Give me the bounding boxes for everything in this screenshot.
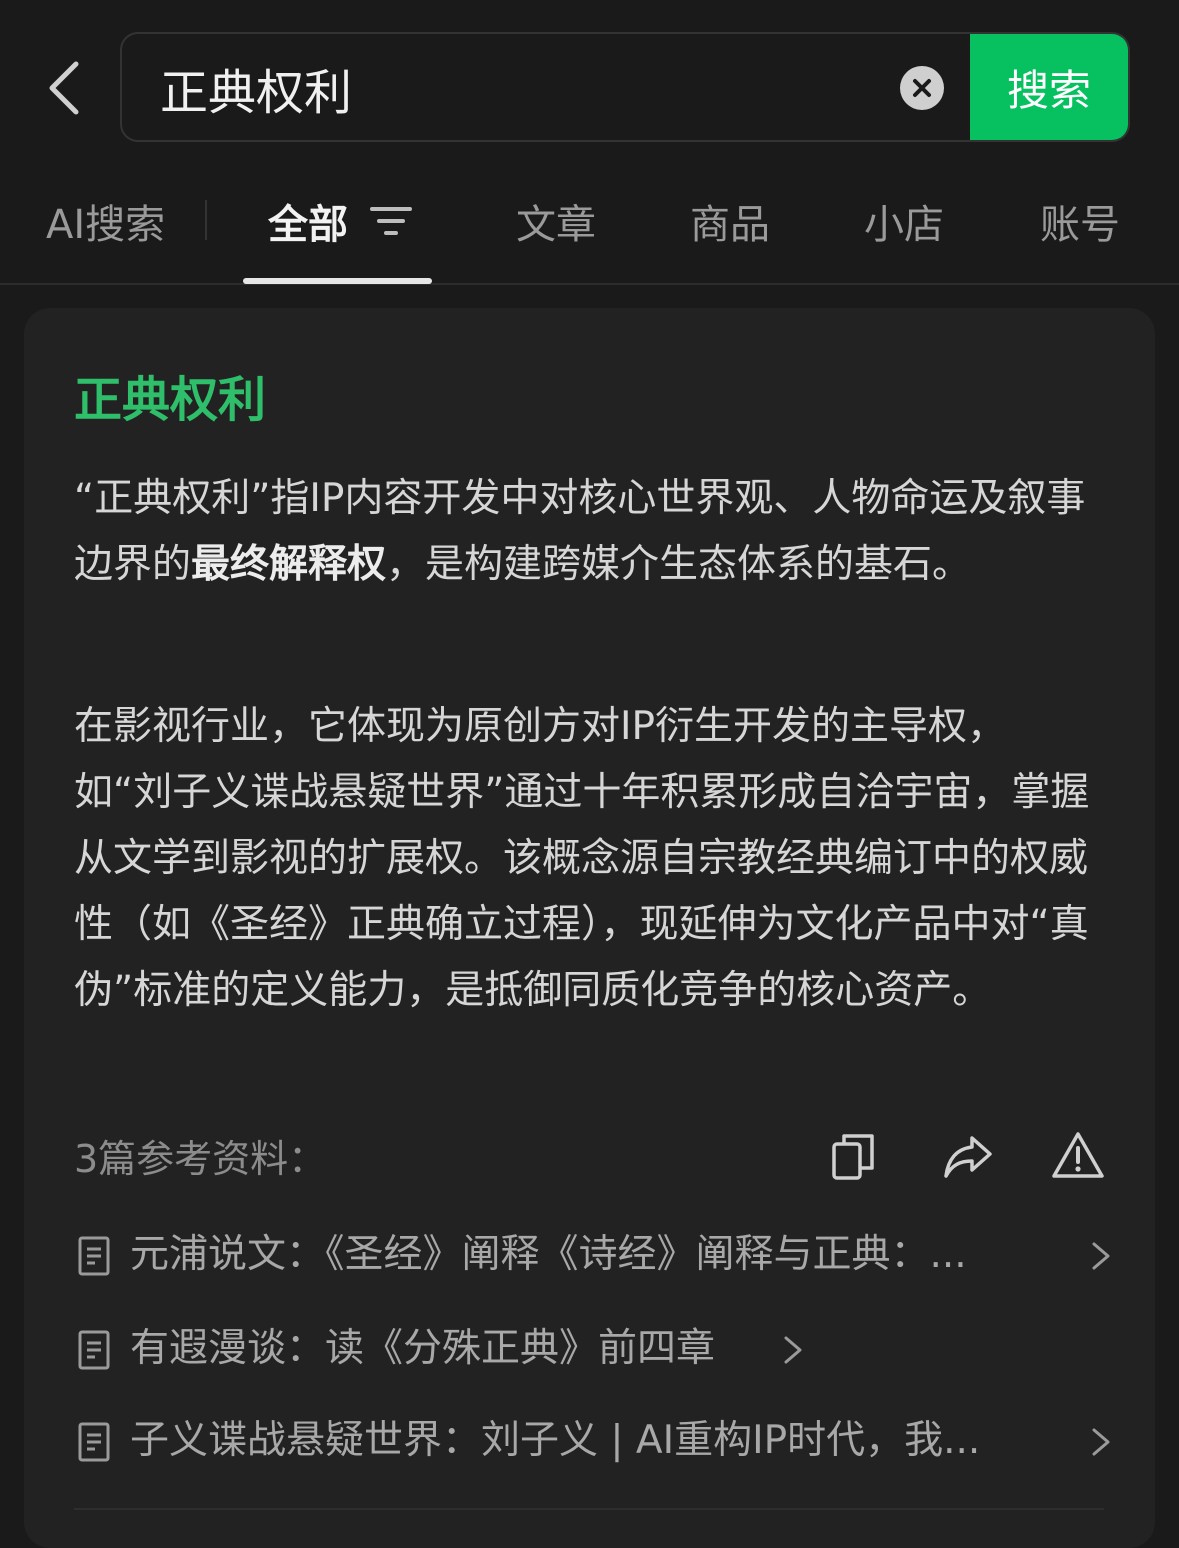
filter-icon[interactable] [370, 203, 412, 239]
tab-products[interactable]: 商品 [690, 190, 770, 260]
answer-paragraph-1: “正典权利”指IP内容开发中对核心世界观、人物命运及叙事边界的最终解释权，是构建… [74, 466, 1104, 598]
paragraph-1-bold: 最终解释权 [191, 542, 387, 587]
search-box: 搜索 [120, 32, 1130, 142]
card-divider [74, 1508, 1104, 1510]
reference-title: 子义谍战悬疑世界：刘子义 | AI重构IP时代，我... [130, 1418, 981, 1463]
back-arrow-icon[interactable] [40, 58, 100, 118]
reference-item[interactable]: 有遐漫谈：读《分殊正典》前四章 [74, 1314, 1114, 1384]
document-icon [78, 1330, 110, 1370]
tab-all[interactable]: 全部 [268, 190, 348, 260]
active-tab-indicator [243, 278, 432, 284]
reference-item[interactable]: 子义谍战悬疑世界：刘子义 | AI重构IP时代，我... [74, 1406, 1114, 1476]
tab-shops[interactable]: 小店 [864, 190, 944, 260]
clear-search-icon[interactable] [900, 66, 944, 110]
share-icon[interactable] [942, 1130, 994, 1182]
chevron-right-icon [784, 1336, 802, 1364]
tab-ai-search[interactable]: AI搜索 [46, 190, 165, 260]
reference-item[interactable]: 元浦说文：《圣经》阐释《诗经》阐释与正典：... [74, 1220, 1114, 1290]
paragraph-1-text-end: ，是构建跨媒介生态体系的基石。 [386, 542, 972, 587]
reference-title: 有遐漫谈：读《分殊正典》前四章 [130, 1326, 716, 1371]
document-icon [78, 1236, 110, 1276]
reference-title: 元浦说文：《圣经》阐释《诗经》阐释与正典：... [130, 1232, 967, 1277]
top-bar: 搜索 [0, 0, 1179, 170]
tab-articles[interactable]: 文章 [516, 190, 596, 260]
search-input[interactable] [158, 34, 882, 140]
chevron-right-icon [1092, 1242, 1110, 1270]
report-warning-icon[interactable] [1052, 1130, 1104, 1182]
answer-paragraph-2: 在影视行业，它体现为原创方对IP衍生开发的主导权，如“刘子义谍战悬疑世界”通过十… [74, 704, 1090, 1013]
answer-title: 正典权利 [74, 372, 267, 428]
tab-accounts[interactable]: 账号 [1040, 190, 1120, 260]
category-tabs: AI搜索 全部 文章 商品 小店 账号 [0, 170, 1179, 285]
ai-answer-card: 正典权利 “正典权利”指IP内容开发中对核心世界观、人物命运及叙事边界的最终解释… [24, 308, 1155, 1548]
tab-divider [205, 200, 207, 240]
references-label: 3篇参考资料： [74, 1137, 327, 1181]
copy-icon[interactable] [828, 1130, 880, 1182]
chevron-right-icon [1092, 1428, 1110, 1456]
search-button[interactable]: 搜索 [970, 34, 1128, 140]
document-icon [78, 1422, 110, 1462]
